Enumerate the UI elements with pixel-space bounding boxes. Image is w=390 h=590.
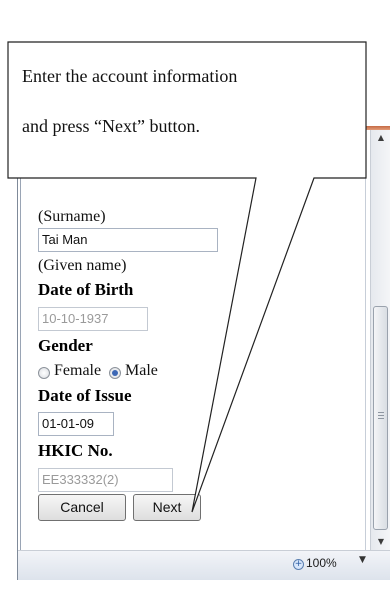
screenshot-stage: (Surname) Tai Man (Given name) Date of B… — [0, 0, 390, 590]
callout-shape — [7, 41, 367, 513]
callout-text-line-2: and press “Next” button. — [22, 116, 200, 136]
callout-text-line-1: Enter the account information — [22, 66, 238, 86]
